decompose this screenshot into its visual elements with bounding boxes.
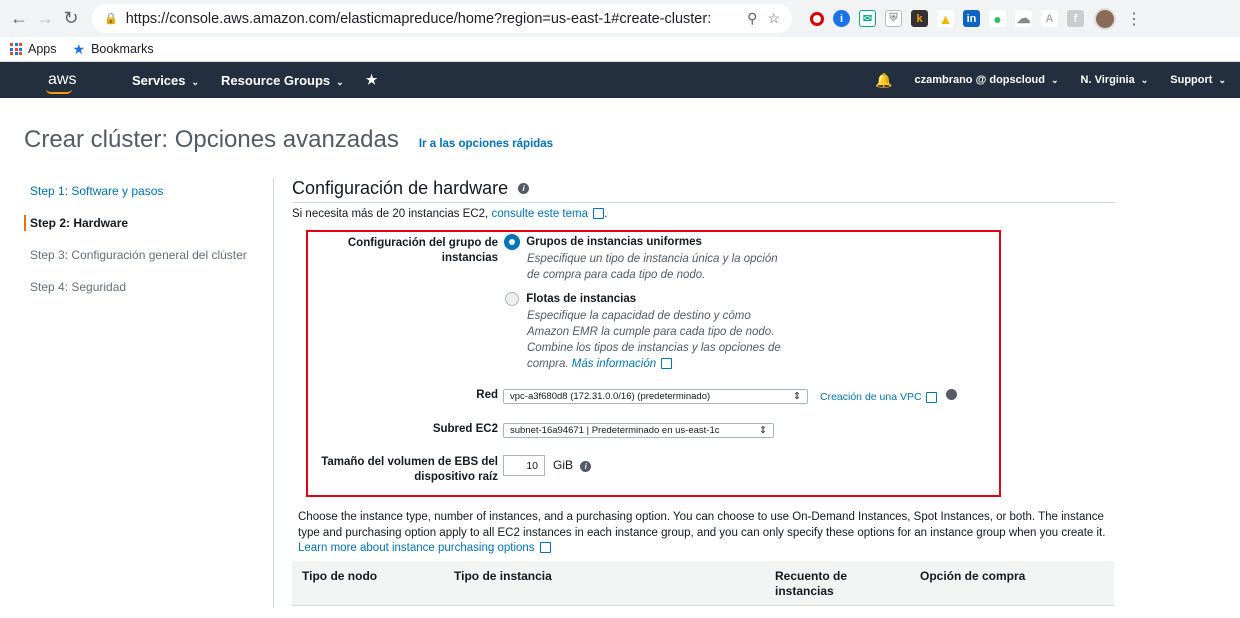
font-extension-icon[interactable]: A xyxy=(1041,10,1058,27)
instance-table-header: Tipo de nodo Tipo de instancia Recuento … xyxy=(292,561,1114,606)
instance-fleets-radio[interactable] xyxy=(505,292,519,306)
ec2-limit-note: Si necesita más de 20 instancias EC2, co… xyxy=(292,208,608,220)
notifications-bell-icon[interactable]: 🔔 xyxy=(875,72,892,89)
browser-toolbar: ← → ↻ 🔒 https://console.aws.amazon.com/e… xyxy=(0,0,1240,37)
aws-smile-icon xyxy=(46,89,72,94)
instance-description: Choose the instance type, number of inst… xyxy=(298,511,1106,554)
url-text[interactable]: https://console.aws.amazon.com/elasticma… xyxy=(126,11,737,27)
apps-grid-icon xyxy=(10,43,22,55)
bookmarks-folder[interactable]: ★ Bookmarks xyxy=(73,41,154,58)
privacy-extension-icon[interactable]: ⛨ xyxy=(885,10,902,27)
chevron-down-icon: ⌄ xyxy=(1050,75,1059,85)
region-menu[interactable]: N. Virginia ⌄ xyxy=(1081,74,1149,86)
col-instance-count: Recuento de instancias xyxy=(775,569,848,598)
chevron-down-icon: ⌄ xyxy=(1218,75,1226,85)
create-vpc-link[interactable]: Creación de una VPC xyxy=(820,391,922,403)
ebs-volume-label: Tamaño del volumen de EBS del dispositiv… xyxy=(321,456,498,483)
col-node-type: Tipo de nodo xyxy=(302,569,378,583)
forward-icon[interactable]: → xyxy=(34,8,56,29)
step-4-disabled: Step 4: Seguridad xyxy=(30,280,127,294)
apps-bookmark[interactable]: Apps xyxy=(10,42,57,56)
linkedin-extension-icon[interactable]: in xyxy=(963,10,980,27)
consult-topic-link[interactable]: consulte este tema xyxy=(491,208,588,220)
subnet-select[interactable]: subnet-16a94671 | Predeterminado en us-e… xyxy=(503,423,774,438)
evernote-extension-icon[interactable]: ● xyxy=(989,10,1006,27)
extensions-bar: i ✉ ⛨ k ▲ in ● ☁ A f xyxy=(810,10,1084,27)
reload-icon[interactable]: ↻ xyxy=(60,8,82,29)
zoom-icon[interactable]: ⚲ xyxy=(747,10,757,27)
step-3-disabled: Step 3: Configuración general del clúste… xyxy=(30,248,247,262)
info-icon[interactable]: i xyxy=(518,183,530,194)
bookmark-star-icon[interactable]: ☆ xyxy=(767,10,780,27)
col-purchase-option: Opción de compra xyxy=(920,569,1026,583)
ebs-unit-group: GiB i xyxy=(553,458,592,472)
option-instance-fleets[interactable]: Flotas de instancias Especifique la capa… xyxy=(505,292,825,372)
inbox-extension-icon[interactable]: ✉ xyxy=(859,10,876,27)
aws-logo[interactable]: aws xyxy=(14,71,78,94)
chevron-down-icon: ⌄ xyxy=(1140,75,1149,85)
menu-icon[interactable]: ⋮ xyxy=(1126,9,1142,29)
resource-groups-menu[interactable]: Resource Groups ⌄ xyxy=(221,73,344,88)
drive-extension-icon[interactable]: ▲ xyxy=(937,10,954,27)
external-link-icon xyxy=(593,208,605,220)
step-1-link[interactable]: Step 1: Software y pasos xyxy=(0,180,273,202)
subnet-label: Subred EC2 xyxy=(432,423,498,435)
wizard-steps: Step 1: Software y pasos Step 2: Hardwar… xyxy=(0,178,274,608)
external-link-icon xyxy=(539,542,551,554)
k-extension-icon[interactable]: k xyxy=(911,10,928,27)
instance-group-config-label: Configuración del grupo de instancias xyxy=(347,237,498,264)
address-bar[interactable]: 🔒 https://console.aws.amazon.com/elastic… xyxy=(92,4,792,33)
shield-extension-icon[interactable]: i xyxy=(833,10,850,27)
chevron-down-icon: ⌄ xyxy=(191,76,200,87)
select-arrows-icon: ⇕ xyxy=(793,391,801,402)
instance-fleets-desc: Especifique la capacidad de destino y có… xyxy=(527,310,781,370)
info-icon[interactable]: i xyxy=(580,461,592,472)
uniform-groups-title: Grupos de instancias uniformes xyxy=(526,236,702,249)
opera-extension-icon[interactable] xyxy=(810,11,824,26)
pin-star-icon[interactable]: ★ xyxy=(366,72,378,88)
purchasing-options-link[interactable]: Learn more about instance purchasing opt… xyxy=(298,542,535,554)
star-icon: ★ xyxy=(72,40,86,57)
account-menu[interactable]: czambrano @ dopscloud ⌄ xyxy=(914,74,1058,86)
bookmarks-bar: Apps ★ Bookmarks xyxy=(0,37,1240,62)
support-menu[interactable]: Support ⌄ xyxy=(1170,74,1226,86)
facebook-extension-icon[interactable]: f xyxy=(1067,10,1084,27)
more-info-link[interactable]: Más información xyxy=(572,358,656,370)
ebs-size-input[interactable]: 10 xyxy=(503,455,545,476)
aws-navbar: aws Services ⌄ Resource Groups ⌄ ★ 🔔 czamb… xyxy=(0,62,1240,98)
profile-avatar[interactable] xyxy=(1094,7,1116,30)
option-uniform-groups[interactable]: Grupos de instancias uniformes Especifiq… xyxy=(505,235,825,283)
cloud-extension-icon[interactable]: ☁ xyxy=(1015,10,1032,27)
services-menu[interactable]: Services ⌄ xyxy=(132,73,199,88)
col-instance-type: Tipo de instancia xyxy=(454,569,552,583)
chevron-down-icon: ⌄ xyxy=(336,76,344,87)
network-select[interactable]: vpc-a3f680d8 (172.31.0.0/16) (predetermi… xyxy=(503,389,808,404)
uniform-groups-radio[interactable] xyxy=(505,235,519,249)
info-icon[interactable] xyxy=(946,389,958,400)
external-link-icon xyxy=(661,358,673,370)
quick-options-link[interactable]: Ir a las opciones rápidas xyxy=(419,138,553,150)
lock-icon: 🔒 xyxy=(104,13,118,25)
external-link-icon xyxy=(926,391,938,403)
network-label: Red xyxy=(476,389,498,401)
uniform-groups-desc: Especifique un tipo de instancia única y… xyxy=(527,253,778,281)
hardware-config-panel: Configuración de hardware i Si necesita … xyxy=(274,178,1116,608)
page-header: Crear clúster: Opciones avanzadas Ir a l… xyxy=(0,98,1240,178)
select-arrows-icon: ⇕ xyxy=(759,425,767,436)
page-title: Crear clúster: Opciones avanzadas xyxy=(24,126,399,153)
back-icon[interactable]: ← xyxy=(8,8,30,29)
create-vpc-group: Creación de una VPC xyxy=(820,389,958,403)
step-2-active: Step 2: Hardware xyxy=(0,212,273,234)
instance-fleets-title: Flotas de instancias xyxy=(526,293,637,306)
section-title: Configuración de hardware i xyxy=(292,178,1116,203)
